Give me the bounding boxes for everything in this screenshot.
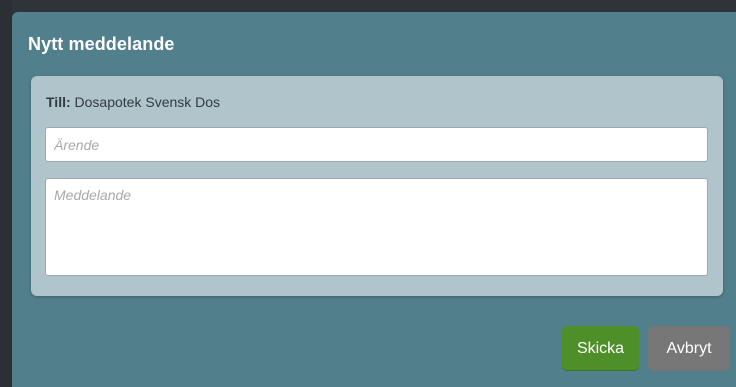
new-message-dialog: Nytt meddelande Till: Dosapotek Svensk D… — [12, 12, 736, 387]
subject-input[interactable] — [45, 127, 708, 162]
page-backdrop-left — [0, 0, 12, 387]
recipient-line: Till: Dosapotek Svensk Dos — [46, 94, 220, 110]
cancel-button[interactable]: Avbryt — [648, 326, 730, 371]
recipient-label: Till: — [46, 94, 71, 110]
message-form-panel: Till: Dosapotek Svensk Dos — [31, 76, 723, 296]
send-button[interactable]: Skicka — [562, 326, 639, 371]
dialog-title: Nytt meddelande — [28, 34, 175, 54]
page-backdrop-top — [0, 0, 736, 12]
recipient-name: Dosapotek Svensk Dos — [74, 94, 221, 110]
message-textarea[interactable] — [45, 178, 708, 276]
